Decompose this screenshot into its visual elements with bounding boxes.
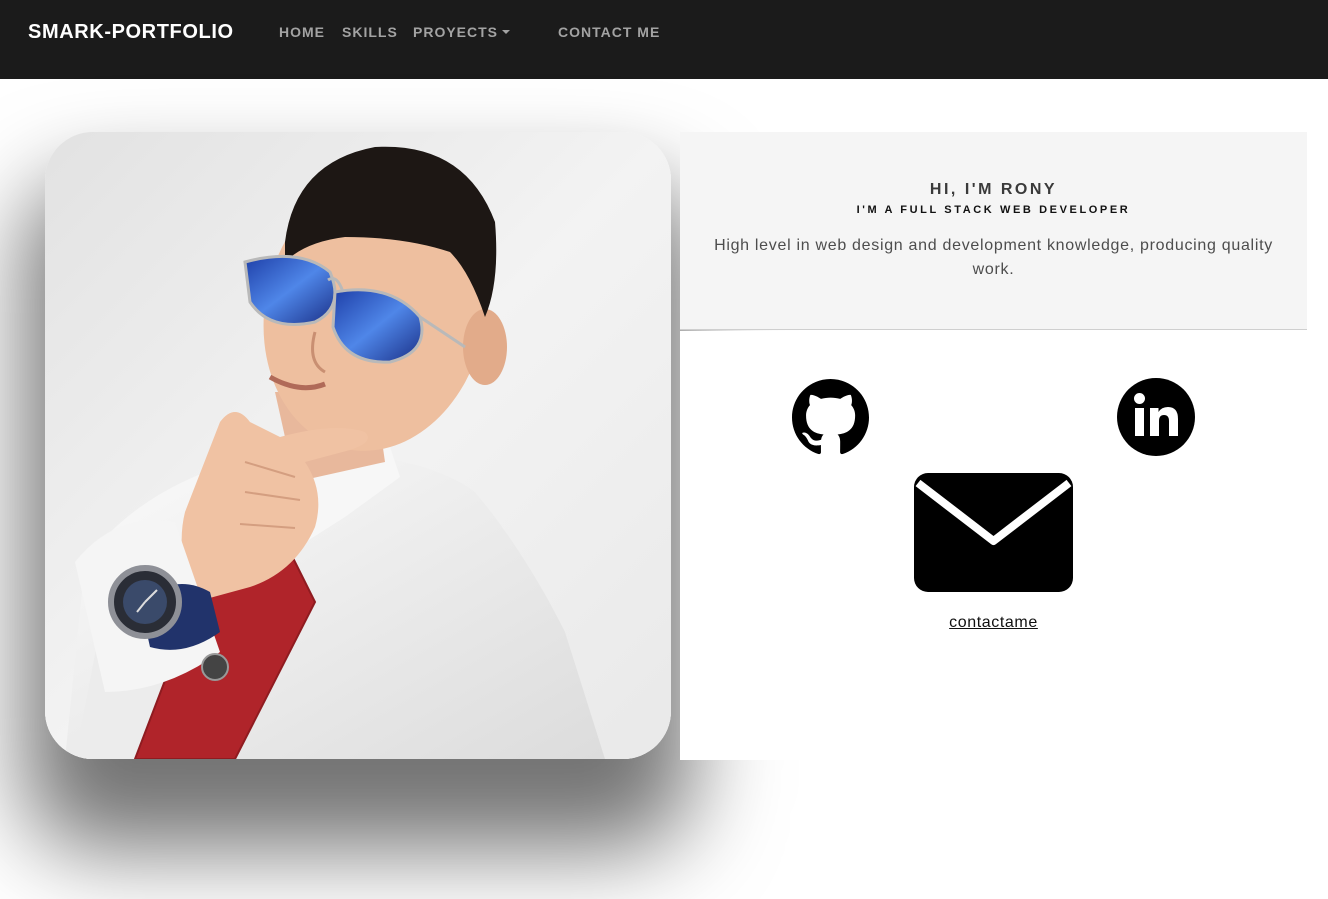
- contactame-link[interactable]: contactame: [949, 614, 1038, 631]
- greeting-heading: HI, I'M RONY: [929, 181, 1058, 198]
- nav-home[interactable]: HOME: [279, 24, 325, 40]
- intro-panel: HI, I'M RONY I'M A FULL STACK WEB DEVELO…: [680, 132, 1307, 330]
- caret-down-icon: [502, 30, 511, 34]
- github-icon: [792, 379, 869, 455]
- role-subtitle: I'M A FULL STACK WEB DEVELOPER: [856, 204, 1131, 216]
- nav-proyects-dropdown[interactable]: PROYECTS: [413, 24, 511, 40]
- brand-link[interactable]: SMARK-PORTFOLIO: [28, 20, 234, 44]
- social-links: contactame: [680, 331, 1307, 760]
- profile-photo: [45, 132, 671, 759]
- nav-skills[interactable]: SKILLS: [342, 24, 398, 40]
- navbar: SMARK-PORTFOLIO HOME SKILLS PROYECTS CON…: [0, 0, 1328, 79]
- linkedin-icon: [1117, 378, 1195, 456]
- profile-photo-illustration: [45, 132, 671, 759]
- linkedin-link[interactable]: [1117, 378, 1195, 456]
- contact-link-container: contactame: [680, 614, 1307, 632]
- nav-contact[interactable]: CONTACT ME: [558, 24, 660, 40]
- github-link[interactable]: [792, 379, 869, 456]
- nav-proyects-label: PROYECTS: [413, 24, 499, 40]
- mail-icon: [914, 473, 1073, 592]
- intro-description: High level in web design and development…: [714, 237, 1273, 278]
- mail-link[interactable]: [914, 473, 1073, 592]
